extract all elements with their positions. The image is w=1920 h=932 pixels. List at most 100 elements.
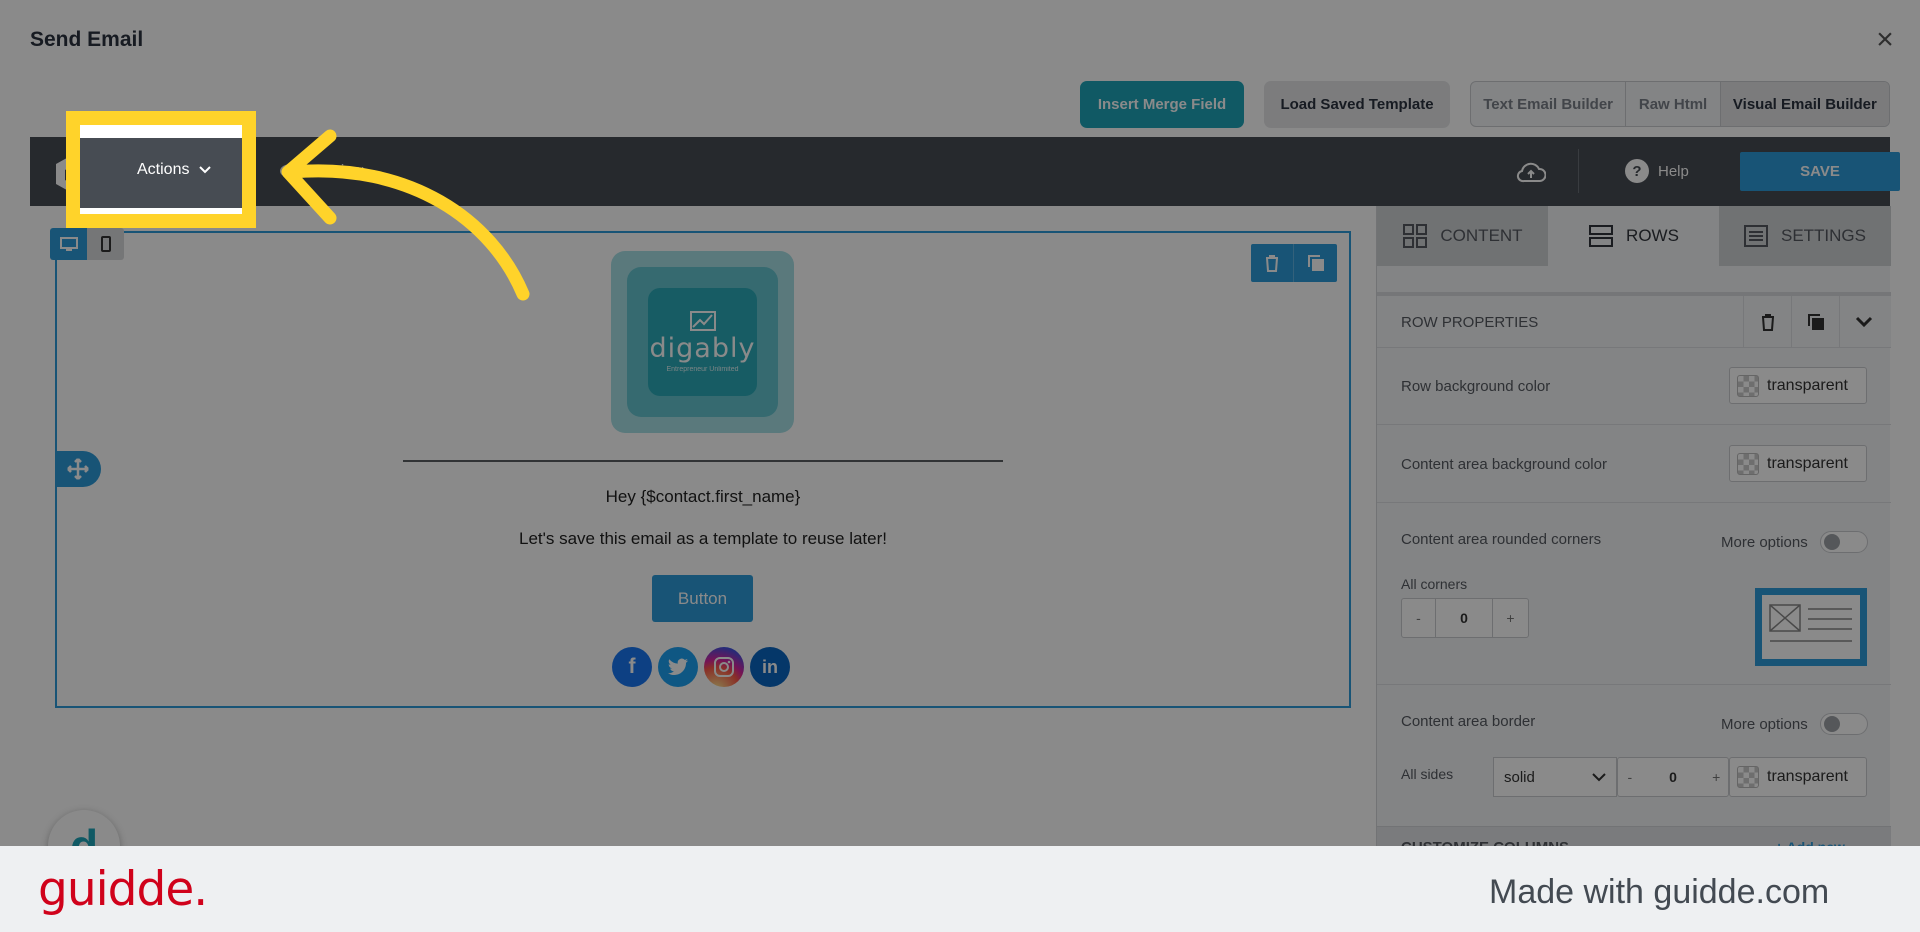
settings-list-icon — [1743, 225, 1768, 247]
tab-content[interactable]: CONTENT — [1377, 206, 1548, 266]
rounded-corners-label: Content area rounded corners — [1401, 531, 1602, 548]
tab-rows[interactable]: ROWS — [1548, 206, 1719, 266]
duplicate-icon — [1307, 255, 1324, 271]
desktop-view-button[interactable] — [50, 228, 87, 260]
email-divider[interactable] — [403, 460, 1003, 462]
rows-icon — [1589, 225, 1614, 247]
insert-merge-field-button[interactable]: Insert Merge Field — [1080, 81, 1244, 128]
more-options-label: More options — [1721, 533, 1808, 551]
border-color-picker[interactable]: transparent — [1729, 757, 1867, 797]
load-saved-template-button[interactable]: Load Saved Template — [1264, 81, 1450, 128]
twitter-bird-shape — [668, 658, 688, 676]
rounded-more-options: More options — [1721, 531, 1868, 553]
grid-icon — [1403, 224, 1428, 248]
all-sides-label: All sides — [1401, 766, 1454, 782]
content-bg-value: transparent — [1767, 454, 1848, 472]
transparent-swatch-icon — [1737, 766, 1759, 788]
rounded-more-options-toggle[interactable] — [1819, 531, 1868, 553]
desktop-icon — [59, 237, 78, 251]
close-icon[interactable]: × — [1870, 25, 1900, 56]
device-switch — [50, 228, 124, 260]
transparent-swatch-icon — [1737, 452, 1759, 475]
social-icons: f in — [612, 647, 790, 687]
corners-value[interactable]: 0 — [1436, 599, 1492, 637]
more-options-label: More options — [1721, 715, 1808, 733]
corner-preview-card — [1762, 595, 1860, 659]
row-bg-label: Row background color — [1401, 378, 1551, 395]
transparent-swatch-icon — [1737, 374, 1759, 397]
trash-icon — [1761, 314, 1774, 331]
toolbar-divider — [1578, 149, 1579, 193]
email-greeting[interactable]: Hey {$contact.first_name} — [403, 487, 1003, 507]
panel-tabs: CONTENT ROWS SETTINGS — [1377, 206, 1891, 266]
all-corners-label: All corners — [1401, 576, 1468, 592]
move-row-handle[interactable] — [55, 451, 101, 487]
highlight-box — [66, 111, 256, 228]
text-email-builder-tab[interactable]: Text Email Builder — [1471, 82, 1627, 126]
logo-tagline: Entrepreneur Unlimited — [666, 366, 739, 373]
border-label: Content area border — [1401, 713, 1536, 730]
row-bg-value: transparent — [1767, 376, 1848, 394]
builder-switch: Text Email Builder Raw Html Visual Email… — [1470, 81, 1890, 127]
tab-content-label: CONTENT — [1440, 226, 1523, 245]
delete-row-button[interactable] — [1251, 244, 1294, 282]
border-width-value[interactable]: 0 — [1642, 758, 1705, 796]
collapse-row-panel-button[interactable] — [1839, 296, 1887, 348]
row-properties-title: ROW PROPERTIES — [1401, 314, 1539, 331]
logo-word: digably — [649, 333, 756, 364]
guidde-logo: guidde. — [38, 862, 208, 917]
properties-panel: CONTENT ROWS SETTINGS ROW PROPERTIES Row… — [1376, 206, 1891, 866]
email-body-text[interactable]: Let's save this email as a template to r… — [403, 529, 1003, 549]
border-color-value: transparent — [1767, 768, 1848, 785]
logo-core: digably Entrepreneur Unlimited — [648, 288, 757, 396]
visual-email-builder-tab[interactable]: Visual Email Builder — [1720, 82, 1889, 126]
help-button[interactable]: ? Help — [1625, 159, 1689, 183]
corners-increment[interactable]: + — [1492, 599, 1528, 637]
instagram-icon[interactable] — [704, 647, 744, 687]
row-bg-color-picker[interactable]: transparent — [1729, 367, 1867, 404]
move-icon — [67, 458, 89, 480]
border-style-select[interactable]: solid — [1493, 757, 1617, 797]
row-properties-header: ROW PROPERTIES — [1377, 292, 1891, 348]
corners-stepper: - 0 + — [1401, 598, 1529, 638]
border-more-options: More options — [1721, 713, 1868, 735]
modal-title: Send Email — [30, 28, 144, 51]
content-bg-color-picker[interactable]: transparent — [1729, 445, 1867, 482]
border-width-stepper: - 0 + — [1617, 757, 1729, 797]
duplicate-icon — [1807, 314, 1824, 330]
duplicate-row-button[interactable] — [1294, 244, 1337, 282]
raw-html-tab[interactable]: Raw Html — [1626, 82, 1721, 126]
trash-icon — [1266, 255, 1278, 272]
border-style-value: solid — [1504, 768, 1535, 786]
border-decrement[interactable]: - — [1618, 758, 1642, 796]
chevron-down-icon — [1855, 316, 1872, 328]
email-logo-image[interactable]: digably Entrepreneur Unlimited — [611, 251, 794, 433]
email-cta-button[interactable]: Button — [652, 575, 753, 622]
separator — [1377, 684, 1891, 685]
chart-image-icon — [689, 311, 716, 331]
made-with-text: Made with guidde.com — [1489, 873, 1830, 911]
pointer-arrow-icon — [281, 129, 530, 301]
delete-row-panel-button[interactable] — [1743, 296, 1791, 348]
separator — [1377, 424, 1891, 425]
corners-decrement[interactable]: - — [1402, 599, 1436, 637]
cloud-upload-icon[interactable] — [1516, 161, 1546, 183]
facebook-icon[interactable]: f — [612, 647, 652, 687]
border-more-options-toggle[interactable] — [1819, 713, 1868, 735]
tab-settings[interactable]: SETTINGS — [1719, 206, 1890, 266]
duplicate-row-panel-button[interactable] — [1791, 296, 1839, 348]
help-label: Help — [1658, 162, 1689, 180]
placeholder-image-icon — [1769, 604, 1852, 642]
help-icon: ? — [1625, 159, 1649, 183]
logo-inner-frame: digably Entrepreneur Unlimited — [627, 267, 778, 417]
mobile-view-button[interactable] — [87, 228, 124, 260]
instagram-camera-shape — [714, 657, 734, 677]
mobile-icon — [100, 236, 111, 252]
linkedin-icon[interactable]: in — [750, 647, 790, 687]
save-button[interactable]: SAVE — [1740, 152, 1900, 191]
twitter-icon[interactable] — [658, 647, 698, 687]
tab-rows-label: ROWS — [1626, 226, 1679, 245]
row-tools — [1251, 244, 1337, 282]
border-increment[interactable]: + — [1704, 758, 1728, 796]
corner-preview — [1755, 588, 1867, 666]
